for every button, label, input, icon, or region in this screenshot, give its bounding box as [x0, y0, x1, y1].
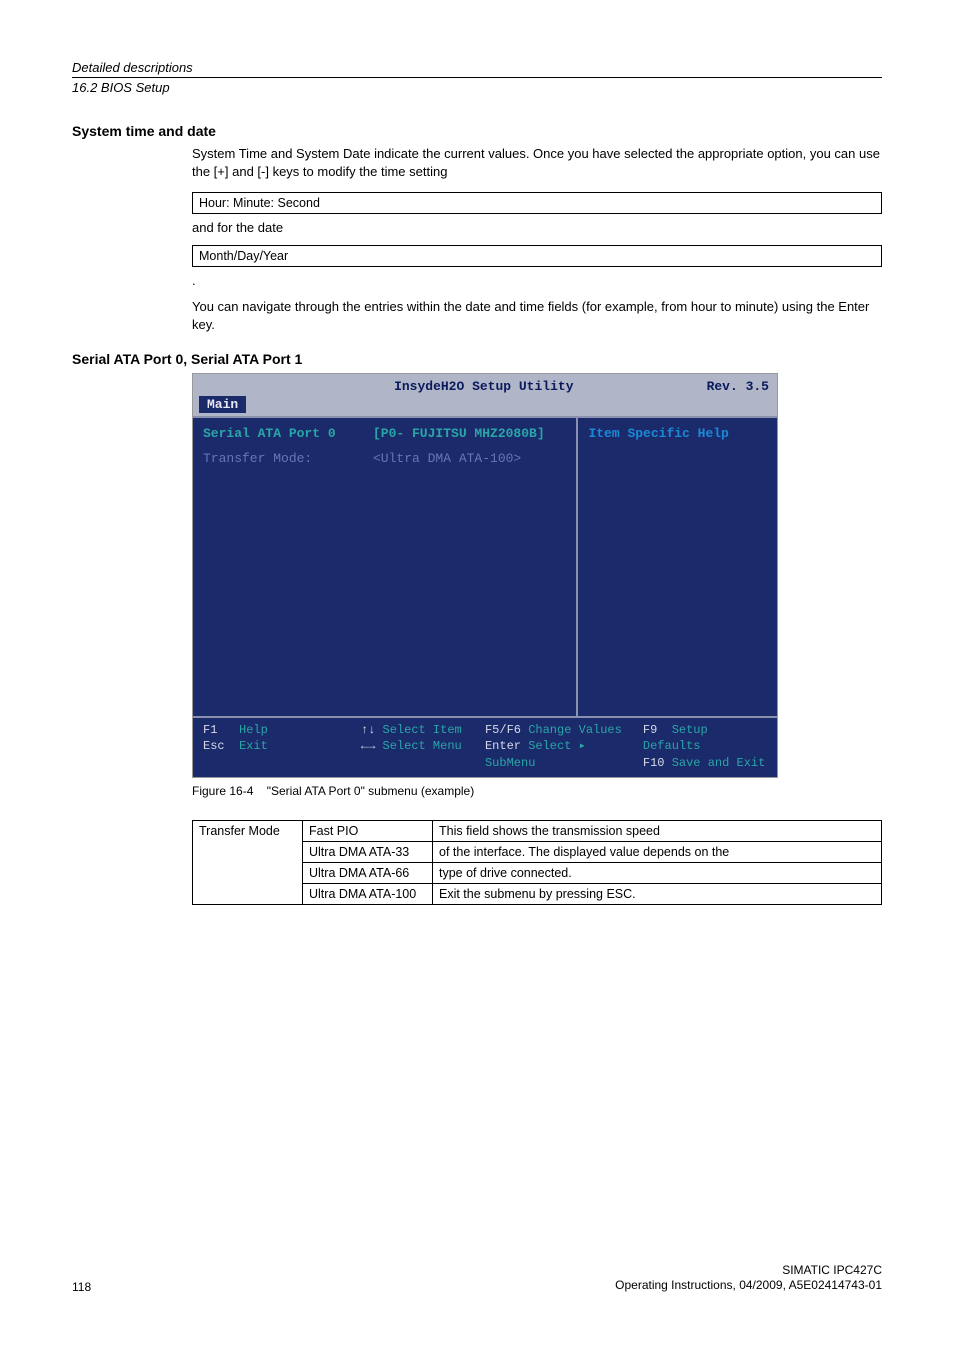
bios-footer: F1 Help Esc Exit ↑↓ Select Item ←→ Selec…: [193, 716, 777, 777]
bios-title-rev: Rev. 3.5: [707, 379, 769, 394]
cell-transfer-mode: Transfer Mode: [193, 820, 303, 904]
cell-ata33: Ultra DMA ATA-33: [303, 841, 433, 862]
bios-body: Serial ATA Port 0 [P0- FUJITSU MHZ2080B]…: [193, 416, 777, 716]
cell-desc1: This field shows the transmission speed: [433, 820, 882, 841]
bios-tab-main[interactable]: Main: [199, 396, 246, 413]
bios-port-value: [P0- FUJITSU MHZ2080B]: [373, 426, 545, 441]
figure-caption: Figure 16-4 "Serial ATA Port 0" submenu …: [192, 784, 882, 798]
box-date-format: Month/Day/Year: [192, 245, 882, 267]
bios-row-port[interactable]: Serial ATA Port 0 [P0- FUJITSU MHZ2080B]: [203, 426, 566, 441]
fk-chg: Change Values: [528, 723, 622, 737]
s1-paragraph1: System Time and System Date indicate the…: [192, 145, 882, 180]
bios-port-label: Serial ATA Port 0: [203, 426, 373, 441]
s1-after1: and for the date: [192, 220, 882, 235]
bios-tabrow: Main: [193, 396, 777, 416]
header-sub: 16.2 BIOS Setup: [72, 80, 882, 95]
footer-product: SIMATIC IPC427C: [615, 1263, 882, 1279]
bios-screenshot: InsydeH2O Setup Utility Rev. 3.5 Main Se…: [192, 373, 778, 778]
page-number: 118: [72, 1280, 91, 1294]
fk-selmenu: Select Menu: [383, 739, 462, 753]
fk-f9: F9: [643, 723, 657, 737]
fk-f1: F1: [203, 723, 217, 737]
bios-row-transfer: Transfer Mode: <Ultra DMA ATA-100>: [203, 451, 566, 466]
bios-left-panel: Serial ATA Port 0 [P0- FUJITSU MHZ2080B]…: [193, 418, 578, 716]
fk-updown: ↑↓: [361, 723, 375, 737]
s1-paragraph2: You can navigate through the entries wit…: [192, 298, 882, 333]
bios-help-title: Item Specific Help: [588, 426, 767, 441]
cell-desc2: of the interface. The displayed value de…: [433, 841, 882, 862]
fk-f10: F10: [643, 756, 665, 770]
fk-esc: Esc: [203, 739, 225, 753]
section2-title: Serial ATA Port 0, Serial ATA Port 1: [72, 351, 882, 367]
cell-ata100: Ultra DMA ATA-100: [303, 883, 433, 904]
fk-exit: Exit: [239, 739, 268, 753]
cell-desc4: Exit the submenu by pressing ESC.: [433, 883, 882, 904]
cell-desc3: type of drive connected.: [433, 862, 882, 883]
cell-ata66: Ultra DMA ATA-66: [303, 862, 433, 883]
bios-transfer-value: <Ultra DMA ATA-100>: [373, 451, 521, 466]
fk-save: Save and Exit: [672, 756, 766, 770]
bios-title-center: InsydeH2O Setup Utility: [261, 379, 707, 394]
fk-lr: ←→: [361, 739, 375, 753]
fk-help: Help: [239, 723, 268, 737]
footer-docinfo: Operating Instructions, 04/2009, A5E0241…: [615, 1278, 882, 1294]
box-time-format: Hour: Minute: Second: [192, 192, 882, 214]
s1-dot: .: [192, 273, 882, 288]
bios-titlebar: InsydeH2O Setup Utility Rev. 3.5: [193, 374, 777, 396]
page-footer: 118 SIMATIC IPC427C Operating Instructio…: [72, 1263, 882, 1294]
cell-fastpio: Fast PIO: [303, 820, 433, 841]
spec-table: Transfer Mode Fast PIO This field shows …: [192, 820, 882, 905]
figure-number: Figure 16-4: [192, 784, 253, 798]
fk-enter: Enter: [485, 739, 521, 753]
header-rule: [72, 77, 882, 78]
table-row: Transfer Mode Fast PIO This field shows …: [193, 820, 882, 841]
header-title: Detailed descriptions: [72, 60, 882, 77]
bios-transfer-label: Transfer Mode:: [203, 451, 373, 466]
fk-f5f6: F5/F6: [485, 723, 521, 737]
figure-text: "Serial ATA Port 0" submenu (example): [267, 784, 475, 798]
section1-title: System time and date: [72, 123, 882, 139]
bios-help-panel: Item Specific Help: [578, 418, 777, 716]
fk-selitem: Select Item: [383, 723, 462, 737]
